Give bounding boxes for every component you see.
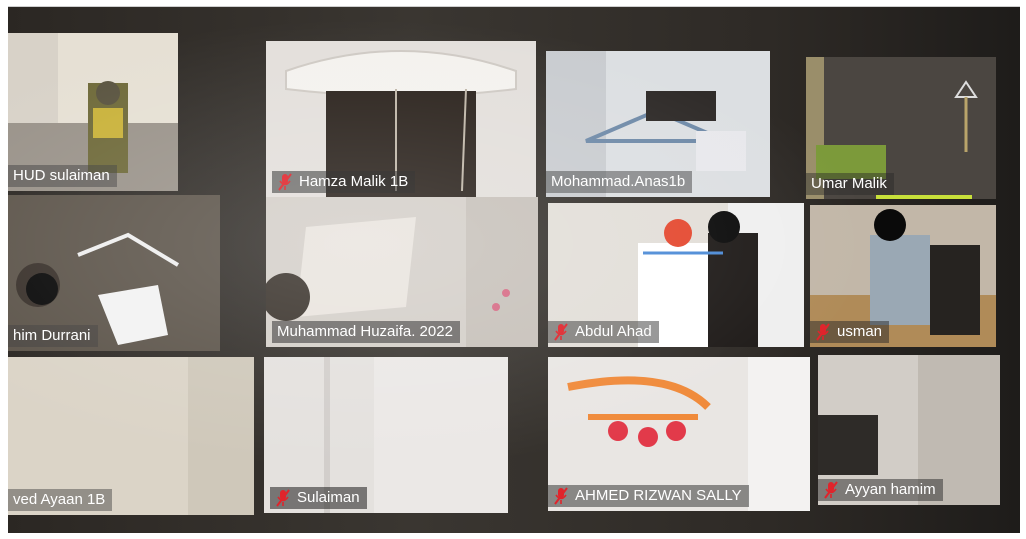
participant-name: Abdul Ahad bbox=[575, 323, 652, 340]
participant-tile[interactable]: Mohammad.Anas1b bbox=[546, 51, 770, 197]
participant-name-tag: AHMED RIZWAN SALLY bbox=[548, 485, 749, 507]
participant-tile[interactable]: Sulaiman bbox=[264, 357, 508, 513]
participant-name-tag: ved Ayaan 1B bbox=[8, 489, 113, 511]
participant-name-tag: Muhammad Huzaifa. 2022 bbox=[272, 321, 460, 343]
participant-name-tag: Abdul Ahad bbox=[548, 321, 659, 343]
participant-name-tag: Ayyan hamim bbox=[818, 479, 943, 501]
participant-name: Muhammad Huzaifa. 2022 bbox=[277, 323, 453, 340]
participant-tile[interactable]: HUD sulaiman bbox=[8, 33, 178, 191]
participant-name: HUD sulaiman bbox=[13, 167, 110, 184]
participant-tile[interactable]: AHMED RIZWAN SALLY bbox=[548, 357, 810, 511]
participant-tile[interactable]: Abdul Ahad bbox=[548, 203, 804, 347]
participant-name: Ayyan hamim bbox=[845, 481, 936, 498]
microphone-muted-icon bbox=[553, 487, 569, 505]
participant-name: AHMED RIZWAN SALLY bbox=[575, 487, 742, 504]
participant-name: ved Ayaan 1B bbox=[13, 491, 106, 508]
participant-name-tag: HUD sulaiman bbox=[8, 165, 117, 187]
participant-name: Hamza Malik 1B bbox=[299, 173, 409, 190]
participant-name: usman bbox=[837, 323, 883, 340]
participant-name-tag: him Durrani bbox=[8, 325, 98, 347]
participant-tile[interactable]: Ayyan hamim bbox=[818, 355, 1000, 505]
microphone-muted-icon bbox=[815, 323, 831, 341]
microphone-muted-icon bbox=[823, 481, 839, 499]
redaction-dot bbox=[708, 211, 740, 243]
video-gallery-photo: HUD sulaiman Hamza Malik 1B Mohammad.Ana… bbox=[8, 6, 1020, 533]
participant-tile[interactable]: him Durrani bbox=[8, 195, 220, 351]
participant-tile[interactable]: ved Ayaan 1B bbox=[8, 357, 254, 515]
microphone-muted-icon bbox=[277, 173, 293, 191]
participant-tile[interactable]: Muhammad Huzaifa. 2022 bbox=[266, 197, 538, 347]
participant-tile[interactable]: Umar Malik bbox=[806, 57, 996, 199]
participant-name: Umar Malik bbox=[811, 175, 887, 192]
participant-name-tag: Sulaiman bbox=[270, 487, 367, 509]
redaction-dot bbox=[26, 273, 58, 305]
participant-name-tag: Hamza Malik 1B bbox=[272, 171, 416, 193]
microphone-muted-icon bbox=[275, 489, 291, 507]
redaction-dot bbox=[874, 209, 906, 241]
participant-name: him Durrani bbox=[13, 327, 91, 344]
participant-name: Sulaiman bbox=[297, 489, 360, 506]
participant-tile[interactable]: usman bbox=[810, 205, 996, 347]
participant-tile[interactable]: Hamza Malik 1B bbox=[266, 41, 536, 197]
active-speaker-indicator bbox=[876, 195, 972, 199]
participant-name-tag: Mohammad.Anas1b bbox=[546, 171, 693, 193]
microphone-muted-icon bbox=[553, 323, 569, 341]
participant-name: Mohammad.Anas1b bbox=[551, 173, 686, 190]
participant-name-tag: Umar Malik bbox=[806, 173, 894, 195]
participant-name-tag: usman bbox=[810, 321, 890, 343]
